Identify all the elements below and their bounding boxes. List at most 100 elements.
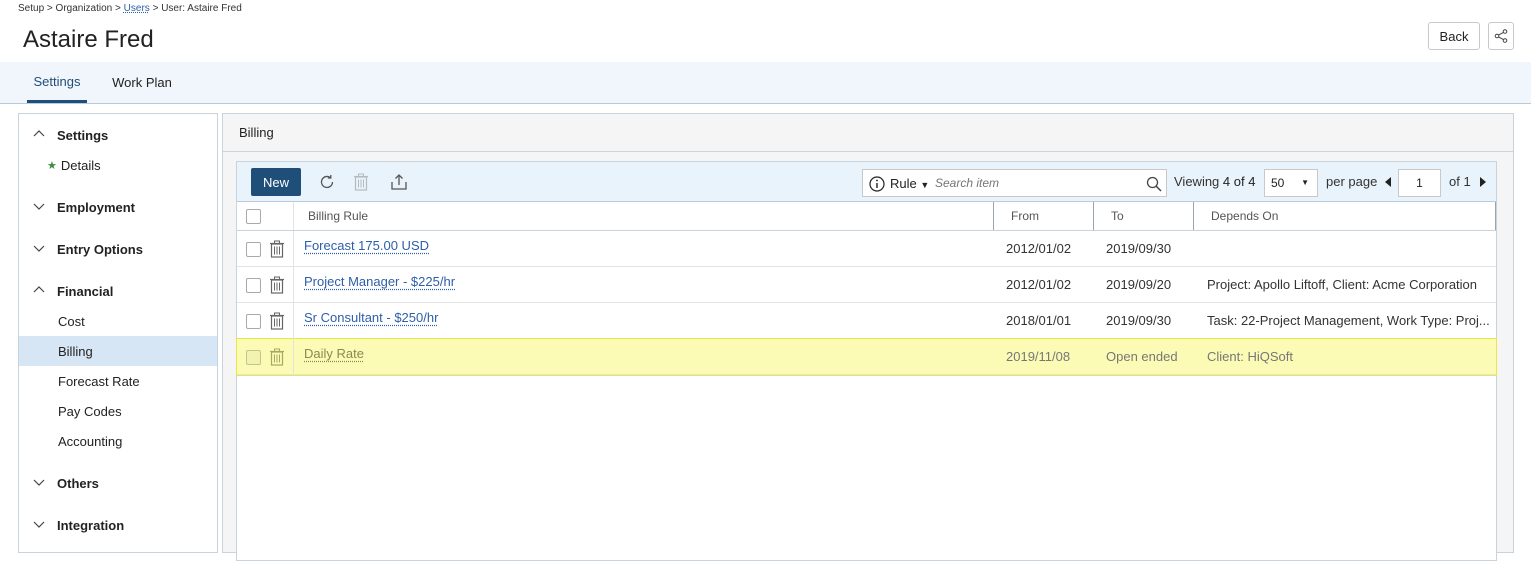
sidebar-item-accounting[interactable]: Accounting xyxy=(19,426,217,456)
delete-button[interactable] xyxy=(350,171,372,193)
to-date: 2019/09/30 xyxy=(1106,313,1172,328)
sidebar-group-label: Employment xyxy=(57,199,136,215)
page-number-input[interactable]: 1 xyxy=(1398,169,1441,197)
star-icon: ★ xyxy=(47,159,57,172)
trash-icon[interactable] xyxy=(269,276,285,294)
chevron-down-icon xyxy=(33,203,45,210)
sidebar-item-label: Pay Codes xyxy=(58,403,122,419)
breadcrumb-current: User: Astaire Fred xyxy=(161,3,242,14)
previous-page-icon[interactable] xyxy=(1384,177,1392,187)
column-header-from[interactable]: From xyxy=(1011,202,1039,230)
sidebar-group-others[interactable]: Others xyxy=(19,471,217,495)
breadcrumb-setup: Setup xyxy=(18,3,45,14)
sidebar-item-label: Details xyxy=(60,157,101,173)
search-input[interactable] xyxy=(935,174,1140,192)
caret-down-icon: ▼ xyxy=(1301,178,1309,187)
share-button[interactable] xyxy=(1488,22,1514,50)
sidebar-item-details[interactable]: ★ Details xyxy=(19,150,217,180)
sidebar-item-cost[interactable]: Cost xyxy=(19,306,217,336)
sidebar-item-pay-codes[interactable]: Pay Codes xyxy=(19,396,217,426)
row-divider xyxy=(293,303,294,339)
viewing-value: 4 of 4 xyxy=(1222,174,1256,189)
column-header-billing-rule[interactable]: Billing Rule xyxy=(308,202,368,230)
sidebar-item-label: Billing xyxy=(58,343,93,359)
column-header-to[interactable]: To xyxy=(1111,202,1124,230)
sidebar-group-integration[interactable]: Integration xyxy=(19,513,217,537)
info-icon xyxy=(869,176,885,192)
breadcrumb-separator: > xyxy=(46,3,53,14)
sidebar-item-label: Cost xyxy=(58,313,85,329)
trash-icon[interactable] xyxy=(269,240,285,258)
search-icon[interactable] xyxy=(1146,176,1162,192)
to-date: 2019/09/20 xyxy=(1106,277,1172,292)
chevron-down-icon xyxy=(33,245,45,252)
sidebar-group-label: Settings xyxy=(57,127,109,143)
tab-work-plan[interactable]: Work Plan xyxy=(107,62,177,103)
trash-icon[interactable] xyxy=(269,312,285,330)
column-header-depends-on[interactable]: Depends On xyxy=(1211,202,1278,230)
sidebar: Settings ★ Details Employment Entry Opti… xyxy=(18,113,218,553)
new-button[interactable]: New xyxy=(251,168,301,196)
row-checkbox[interactable] xyxy=(246,242,261,257)
search-box: Rule ▼ xyxy=(862,169,1167,197)
per-page-label: per page xyxy=(1326,174,1378,189)
sidebar-item-label: Forecast Rate xyxy=(58,373,140,389)
row-divider xyxy=(293,267,294,303)
sidebar-group-financial[interactable]: Financial xyxy=(19,279,217,303)
tab-settings[interactable]: Settings xyxy=(27,62,87,103)
share-icon xyxy=(1494,29,1508,43)
sidebar-item-label: Accounting xyxy=(58,433,123,449)
column-divider[interactable] xyxy=(993,202,994,230)
main-panel: Billing New Rule ▼ Search item Viewing 4… xyxy=(222,113,1514,561)
page-of-label: of 1 xyxy=(1449,174,1471,189)
billing-grid: New Rule ▼ Search item Viewing 4 of 4 50… xyxy=(236,161,1497,561)
trash-icon[interactable] xyxy=(269,348,285,366)
billing-rule-link[interactable]: Project Manager - $225/hr xyxy=(304,274,455,289)
sidebar-item-billing[interactable]: Billing xyxy=(19,336,217,366)
export-button[interactable] xyxy=(388,171,410,193)
export-icon xyxy=(391,174,407,190)
row-checkbox[interactable] xyxy=(246,314,261,329)
per-page-select[interactable]: 50 ▼ xyxy=(1264,169,1318,197)
breadcrumb-separator: > xyxy=(115,3,121,14)
table-row: Project Manager - $225/hr 2012/01/02 201… xyxy=(237,267,1496,303)
from-date: 2018/01/01 xyxy=(1006,313,1072,328)
breadcrumb-users-link[interactable]: Users xyxy=(124,3,150,14)
page-title: Astaire Fred xyxy=(23,26,154,53)
column-divider xyxy=(1495,202,1496,230)
back-button[interactable]: Back xyxy=(1428,22,1480,50)
table-row: Sr Consultant - $250/hr 2018/01/01 2019/… xyxy=(237,303,1496,339)
sidebar-group-entry-options[interactable]: Entry Options xyxy=(19,237,217,261)
row-checkbox[interactable] xyxy=(246,350,261,365)
row-divider xyxy=(293,339,294,375)
tab-bar: Settings Work Plan xyxy=(0,62,1531,104)
breadcrumb-organization: Organization xyxy=(55,3,113,14)
row-checkbox[interactable] xyxy=(246,278,261,293)
row-divider xyxy=(293,231,294,267)
refresh-icon xyxy=(320,175,334,189)
breadcrumb: Setup > Organization > Users > User: Ast… xyxy=(18,3,242,14)
breadcrumb-separator: > xyxy=(152,3,159,14)
trash-icon xyxy=(354,173,368,191)
top-bar: Setup > Organization > Users > User: Ast… xyxy=(0,0,1531,62)
billing-rule-link[interactable]: Sr Consultant - $250/hr xyxy=(304,310,438,325)
sidebar-item-forecast-rate[interactable]: Forecast Rate xyxy=(19,366,217,396)
sidebar-group-settings[interactable]: Settings xyxy=(19,123,217,147)
sidebar-group-label: Integration xyxy=(57,517,125,533)
sidebar-group-label: Financial xyxy=(57,283,114,299)
table-row: Forecast 175.00 USD 2012/01/02 2019/09/3… xyxy=(237,231,1496,267)
grid-toolbar: New Rule ▼ Search item Viewing 4 of 4 50… xyxy=(237,162,1496,202)
select-all-checkbox[interactable] xyxy=(246,209,261,224)
sidebar-group-employment[interactable]: Employment xyxy=(19,195,217,219)
from-date: 2019/11/08 xyxy=(1006,349,1071,364)
column-divider[interactable] xyxy=(1193,202,1194,230)
next-page-icon[interactable] xyxy=(1479,177,1487,187)
billing-rule-link[interactable]: Forecast 175.00 USD xyxy=(304,238,429,253)
billing-rule-link[interactable]: Daily Rate xyxy=(304,346,364,361)
refresh-button[interactable] xyxy=(316,171,338,193)
column-divider xyxy=(293,202,294,230)
search-filter-dropdown[interactable]: Rule ▼ xyxy=(890,176,929,191)
column-divider[interactable] xyxy=(1093,202,1094,230)
chevron-down-icon xyxy=(33,521,45,528)
sidebar-group-label: Others xyxy=(57,475,99,491)
